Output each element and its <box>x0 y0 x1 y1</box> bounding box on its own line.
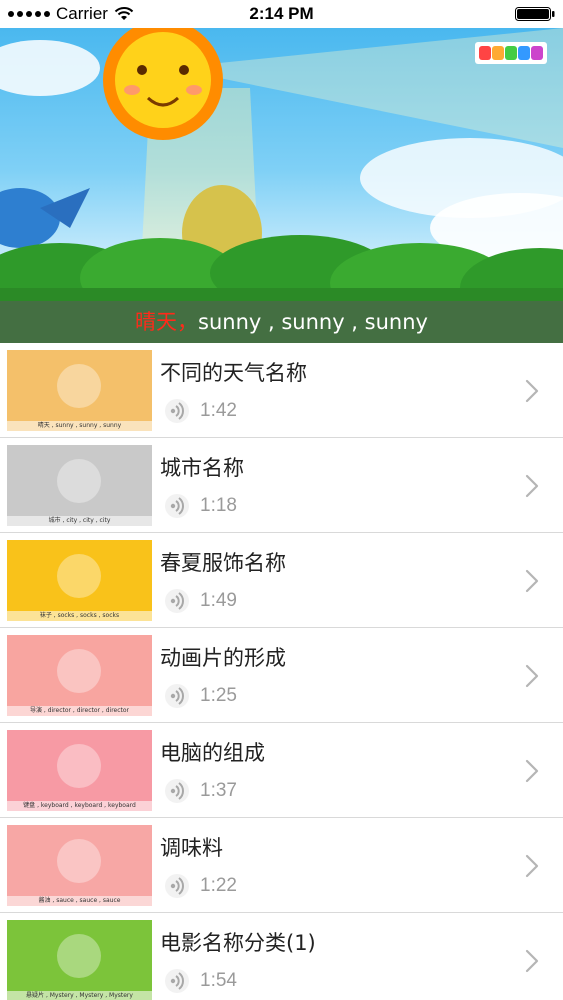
song-meta: 1:37 <box>164 778 237 804</box>
battery-icon <box>515 7 555 21</box>
lyric-english: sunny , sunny , sunny <box>198 310 428 334</box>
chevron-right-icon <box>525 759 539 783</box>
song-duration: 1:37 <box>200 780 237 801</box>
song-thumbnail: 酱油 , sauce , sauce , sauce <box>7 825 152 906</box>
song-title: 电脑的组成 <box>160 741 265 765</box>
thumbnail-art <box>7 825 152 906</box>
weather-scene-illustration <box>0 28 563 343</box>
song-duration: 1:54 <box>200 970 237 991</box>
song-thumbnail: 袜子 , socks , socks , socks <box>7 540 152 621</box>
thumbnail-art <box>7 350 152 431</box>
video-player[interactable]: 晴天，sunny , sunny , sunny <box>0 28 563 343</box>
song-row[interactable]: 酱油 , sauce , sauce , sauce 调味料 1:22 <box>0 818 563 913</box>
song-thumbnail: 导演 , director , director , director <box>7 635 152 716</box>
song-meta: 1:25 <box>164 683 237 709</box>
chevron-right-icon <box>525 569 539 593</box>
speaker-icon <box>165 969 189 993</box>
song-row[interactable]: 导演 , director , director , director 动画片的形… <box>0 628 563 723</box>
thumbnail-caption: 袜子 , socks , socks , socks <box>7 611 152 621</box>
thumbnail-caption: 悬疑片 , Mystery , Mystery , Mystery <box>7 991 152 1000</box>
song-title: 不同的天气名称 <box>160 361 307 385</box>
thumbnail-caption: 键盘 , keyboard , keyboard , keyboard <box>7 801 152 811</box>
chevron-right-icon <box>525 949 539 973</box>
song-meta: 1:42 <box>164 398 237 424</box>
song-meta: 1:18 <box>164 493 237 519</box>
thumbnail-caption: 酱油 , sauce , sauce , sauce <box>7 896 152 906</box>
song-title: 城市名称 <box>160 456 244 480</box>
liuyi-logo-icon <box>475 42 547 64</box>
chevron-right-icon <box>525 664 539 688</box>
speaker-icon <box>165 399 189 423</box>
thumbnail-art <box>7 445 152 526</box>
song-duration: 1:25 <box>200 685 237 706</box>
song-title: 调味料 <box>160 836 223 860</box>
speaker-icon <box>165 874 189 898</box>
chevron-right-icon <box>525 379 539 403</box>
song-list: 晴天 , sunny , sunny , sunny 不同的天气名称 1:42 城市 … <box>0 343 563 1000</box>
speaker-icon <box>165 779 189 803</box>
status-bar: Carrier 2:14 PM <box>0 0 563 28</box>
thumbnail-art <box>7 635 152 716</box>
speaker-icon <box>165 589 189 613</box>
song-thumbnail: 键盘 , keyboard , keyboard , keyboard <box>7 730 152 811</box>
song-title: 动画片的形成 <box>160 646 286 670</box>
thumbnail-caption: 导演 , director , director , director <box>7 706 152 716</box>
song-duration: 1:49 <box>200 590 237 611</box>
speaker-icon <box>165 684 189 708</box>
song-meta: 1:54 <box>164 968 237 994</box>
chevron-right-icon <box>525 854 539 878</box>
song-thumbnail: 晴天 , sunny , sunny , sunny <box>7 350 152 431</box>
lyric-subtitle: 晴天，sunny , sunny , sunny <box>0 301 563 343</box>
song-duration: 1:22 <box>200 875 237 896</box>
song-row[interactable]: 城市 , city , city , city 城市名称 1:18 <box>0 438 563 533</box>
song-row[interactable]: 键盘 , keyboard , keyboard , keyboard 电脑的组成… <box>0 723 563 818</box>
thumbnail-art <box>7 920 152 1000</box>
chevron-right-icon <box>525 474 539 498</box>
lyric-chinese: 晴天， <box>135 310 199 334</box>
song-row[interactable]: 袜子 , socks , socks , socks 春夏服饰名称 1:49 <box>0 533 563 628</box>
song-duration: 1:18 <box>200 495 237 516</box>
thumbnail-art <box>7 730 152 811</box>
song-meta: 1:49 <box>164 588 237 614</box>
song-meta: 1:22 <box>164 873 237 899</box>
thumbnail-caption: 晴天 , sunny , sunny , sunny <box>7 421 152 431</box>
song-thumbnail: 城市 , city , city , city <box>7 445 152 526</box>
thumbnail-art <box>7 540 152 621</box>
status-time: 2:14 PM <box>249 4 314 23</box>
song-row[interactable]: 悬疑片 , Mystery , Mystery , Mystery 电影名称分类(… <box>0 913 563 1000</box>
song-row[interactable]: 晴天 , sunny , sunny , sunny 不同的天气名称 1:42 <box>0 343 563 438</box>
thumbnail-caption: 城市 , city , city , city <box>7 516 152 526</box>
speaker-icon <box>165 494 189 518</box>
song-title: 电影名称分类(1) <box>160 931 316 955</box>
song-duration: 1:42 <box>200 400 237 421</box>
song-thumbnail: 悬疑片 , Mystery , Mystery , Mystery <box>7 920 152 1000</box>
song-title: 春夏服饰名称 <box>160 551 286 575</box>
